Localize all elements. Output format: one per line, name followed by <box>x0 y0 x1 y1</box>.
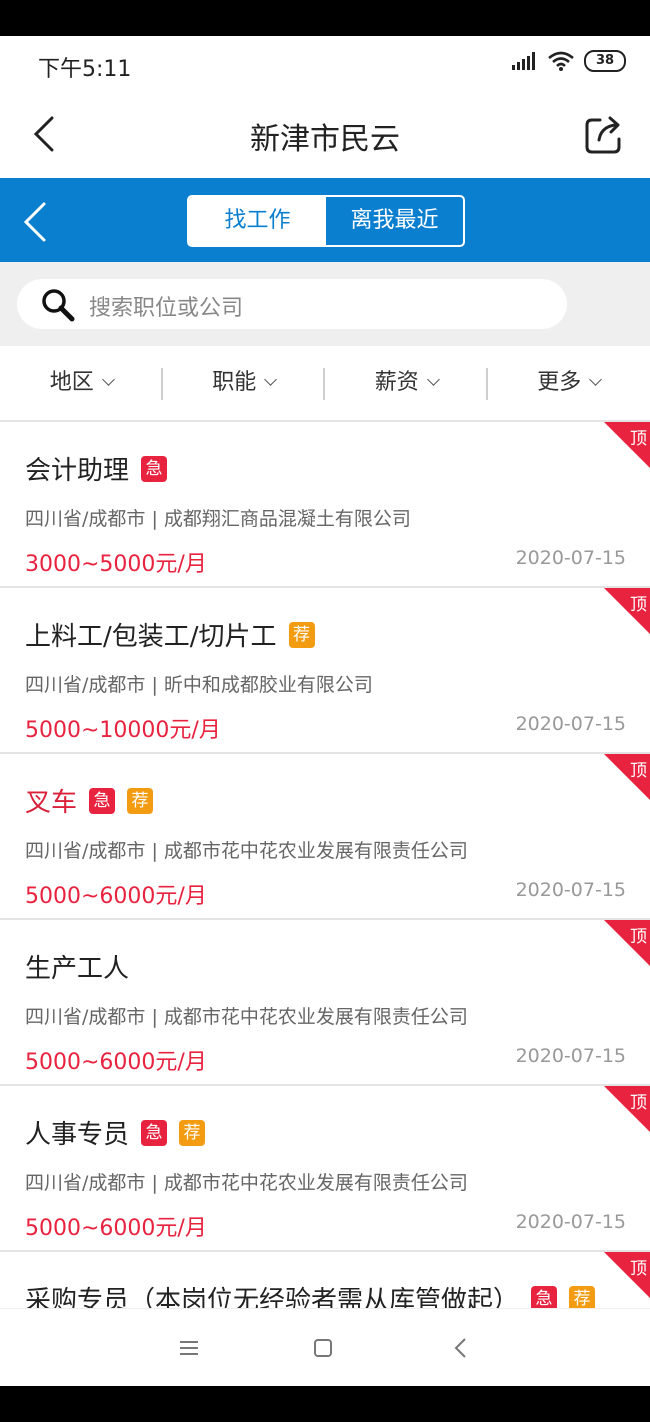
search-input[interactable]: 搜索职位或公司 <box>17 279 567 329</box>
wifi-icon <box>548 51 574 71</box>
job-company: 四川省/成都市 | 成都市花中花农业发展有限责任公司 <box>25 1006 468 1028</box>
chevron-down-icon <box>589 373 603 386</box>
job-card[interactable]: 顶 人事专员 急 荐 四川省/成都市 | 成都市花中花农业发展有限责任公司 50… <box>0 1086 650 1252</box>
battery-icon: 38 <box>584 50 626 72</box>
chevron-down-icon <box>264 373 278 386</box>
job-title-row: 上料工/包装工/切片工 荐 <box>25 616 315 653</box>
filter-function[interactable]: 职能 <box>163 346 325 420</box>
filter-more[interactable]: 更多 <box>488 346 650 420</box>
job-company: 四川省/成都市 | 成都翔汇商品混凝土有限公司 <box>25 508 411 530</box>
job-salary: 5000~6000元/月 <box>25 1216 207 1241</box>
job-company: 四川省/成都市 | 昕中和成都胶业有限公司 <box>25 674 373 696</box>
job-list: 顶 会计助理 急 四川省/成都市 | 成都翔汇商品混凝土有限公司 3000~50… <box>0 422 650 1308</box>
share-icon[interactable] <box>582 112 626 156</box>
top-badge: 顶 <box>604 588 650 634</box>
job-date: 2020-07-15 <box>515 1045 626 1067</box>
title-bar: 新津市民云 <box>0 92 650 178</box>
top-badge: 顶 <box>604 1086 650 1132</box>
job-salary: 5000~10000元/月 <box>25 718 221 743</box>
urgent-badge: 急 <box>141 455 168 482</box>
job-card[interactable]: 顶 会计助理 急 四川省/成都市 | 成都翔汇商品混凝土有限公司 3000~50… <box>0 422 650 588</box>
job-title: 上料工/包装工/切片工 <box>25 622 277 652</box>
recommend-badge: 荐 <box>179 1119 206 1146</box>
top-badge: 顶 <box>604 422 650 468</box>
bottom-black-bar <box>0 1386 650 1422</box>
menu-icon[interactable] <box>176 1335 202 1361</box>
segmented-control: 找工作 离我最近 <box>187 195 465 247</box>
job-company: 四川省/成都市 | 成都市花中花农业发展有限责任公司 <box>25 840 468 862</box>
recommend-badge: 荐 <box>127 787 154 814</box>
job-title: 生产工人 <box>25 954 130 984</box>
top-badge: 顶 <box>604 920 650 966</box>
job-title: 采购专员（本岗位无经验者需从库管做起） <box>25 1286 520 1308</box>
job-card[interactable]: 顶 采购专员（本岗位无经验者需从库管做起） 急 荐 <box>0 1252 650 1308</box>
search-area: 搜索职位或公司 <box>0 262 650 346</box>
back-icon[interactable] <box>448 1335 474 1361</box>
signal-icon <box>512 52 535 70</box>
job-company: 四川省/成都市 | 成都市花中花农业发展有限责任公司 <box>25 1172 468 1194</box>
chevron-down-icon <box>426 373 440 386</box>
back-arrow-icon[interactable] <box>18 200 52 244</box>
home-icon[interactable] <box>310 1335 336 1361</box>
urgent-badge: 急 <box>89 787 116 814</box>
system-nav-bar <box>0 1308 650 1387</box>
filter-label: 更多 <box>537 370 582 395</box>
job-date: 2020-07-15 <box>515 713 626 735</box>
job-card[interactable]: 顶 生产工人 四川省/成都市 | 成都市花中花农业发展有限责任公司 5000~6… <box>0 920 650 1086</box>
top-badge: 顶 <box>604 754 650 800</box>
recommend-badge: 荐 <box>288 621 315 648</box>
tab-nearest[interactable]: 离我最近 <box>326 197 463 245</box>
job-title-row: 会计助理 急 <box>25 450 168 487</box>
job-title-row: 人事专员 急 荐 <box>25 1114 206 1151</box>
job-salary: 5000~6000元/月 <box>25 884 207 909</box>
status-bar: 下午5:11 38 <box>0 36 650 92</box>
job-card[interactable]: 顶 上料工/包装工/切片工 荐 四川省/成都市 | 昕中和成都胶业有限公司 50… <box>0 588 650 754</box>
filter-bar: 地区 职能 薪资 更多 <box>0 346 650 422</box>
page-title: 新津市民云 <box>250 122 400 157</box>
filter-salary[interactable]: 薪资 <box>325 346 488 420</box>
chevron-down-icon <box>101 373 115 386</box>
filter-label: 职能 <box>212 370 257 395</box>
job-salary: 5000~6000元/月 <box>25 1050 207 1075</box>
filter-label: 地区 <box>49 370 94 395</box>
job-date: 2020-07-15 <box>515 547 626 569</box>
filter-label: 薪资 <box>374 370 419 395</box>
job-title: 会计助理 <box>25 456 130 486</box>
job-date: 2020-07-15 <box>515 879 626 901</box>
job-title-row: 采购专员（本岗位无经验者需从库管做起） 急 荐 <box>25 1280 596 1308</box>
status-icons: 38 <box>512 50 626 72</box>
job-title: 人事专员 <box>25 1120 130 1150</box>
urgent-badge: 急 <box>531 1285 558 1308</box>
job-card[interactable]: 顶 叉车 急 荐 四川省/成都市 | 成都市花中花农业发展有限责任公司 5000… <box>0 754 650 920</box>
top-black-bar <box>0 0 650 36</box>
search-placeholder: 搜索职位或公司 <box>89 296 244 321</box>
job-salary: 3000~5000元/月 <box>25 552 207 577</box>
recommend-badge: 荐 <box>569 1285 596 1308</box>
job-title-row: 叉车 急 荐 <box>25 782 154 819</box>
search-icon <box>42 289 75 322</box>
urgent-badge: 急 <box>141 1119 168 1146</box>
blue-tab-bar: 找工作 离我最近 <box>0 178 650 262</box>
job-title: 叉车 <box>25 788 78 818</box>
job-title-row: 生产工人 <box>25 948 129 985</box>
status-time: 下午5:11 <box>38 57 132 82</box>
tab-find-job[interactable]: 找工作 <box>189 197 326 245</box>
filter-region[interactable]: 地区 <box>0 346 163 420</box>
top-badge: 顶 <box>604 1252 650 1298</box>
job-date: 2020-07-15 <box>515 1211 626 1233</box>
